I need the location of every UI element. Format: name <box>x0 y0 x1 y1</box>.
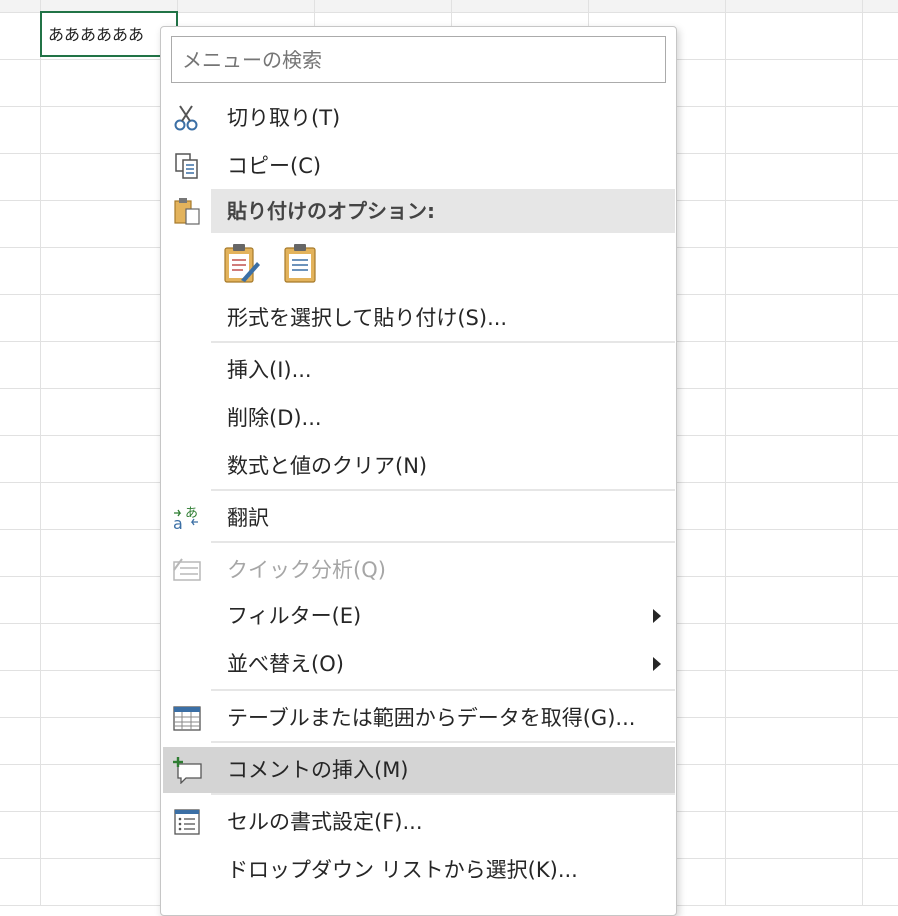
menu-item-insert-comment[interactable]: コメントの挿入(M) <box>163 747 675 793</box>
chevron-right-icon <box>653 609 661 623</box>
separator <box>211 689 675 691</box>
menu-item-insert-label: 挿入(I)... <box>227 358 312 382</box>
menu-item-insert[interactable]: 挿入(I)... <box>163 347 675 393</box>
menu-item-copy-label: コピー(C) <box>227 154 322 178</box>
menu-item-quick-analysis[interactable]: クイック分析(Q) <box>163 547 675 593</box>
menu-item-get-data-label: テーブルまたは範囲からデータを取得(G)... <box>227 706 636 730</box>
menu-item-translate-label: 翻訳 <box>227 506 269 530</box>
menu-item-quick-analysis-label: クイック分析(Q) <box>227 558 386 582</box>
menu-item-sort-label: 並べ替え(O) <box>227 652 344 676</box>
paste-options-label: 貼り付けのオプション: <box>227 199 435 223</box>
menu-item-paste-special[interactable]: 形式を選択して貼り付け(S)... <box>163 295 675 341</box>
menu-item-filter-label: フィルター(E) <box>227 604 362 628</box>
menu-item-dropdown-list-label: ドロップダウン リストから選択(K)... <box>227 858 578 882</box>
separator <box>211 341 675 343</box>
menu-item-copy[interactable]: コピー(C) <box>163 143 675 189</box>
separator <box>211 541 675 543</box>
menu-item-clear-contents[interactable]: 数式と値のクリア(N) <box>163 443 675 489</box>
menu-item-get-data[interactable]: テーブルまたは範囲からデータを取得(G)... <box>163 695 675 741</box>
menu-item-clear-contents-label: 数式と値のクリア(N) <box>227 454 428 478</box>
menu-item-format-cells-label: セルの書式設定(F)... <box>227 810 423 834</box>
menu-item-insert-comment-label: コメントの挿入(M) <box>227 758 409 782</box>
separator <box>211 741 675 743</box>
chevron-right-icon <box>653 657 661 671</box>
clipboard-paste-icon <box>174 198 200 225</box>
menu-item-delete-label: 削除(D)... <box>227 406 322 430</box>
scissors-icon <box>174 105 198 131</box>
copy-icon <box>175 153 198 179</box>
menu-item-sort[interactable]: 並べ替え(O) <box>163 641 675 687</box>
paste-icon[interactable] <box>283 242 321 286</box>
svg-text:a: a <box>173 514 183 532</box>
menu-item-filter[interactable]: フィルター(E) <box>163 593 675 639</box>
menu-item-format-cells[interactable]: セルの書式設定(F)... <box>163 799 675 845</box>
svg-text:あ: あ <box>185 506 198 521</box>
menu-item-paste-special-label: 形式を選択して貼り付け(S)... <box>227 306 508 330</box>
separator <box>211 793 675 795</box>
menu-item-translate[interactable]: a あ 翻訳 <box>163 495 675 541</box>
menu-item-dropdown-list[interactable]: ドロップダウン リストから選択(K)... <box>163 847 675 893</box>
quick-analysis-icon <box>173 558 201 581</box>
new-comment-icon <box>173 757 202 784</box>
selected-cell[interactable]: ああああああ <box>40 11 178 57</box>
menu-search-input[interactable] <box>171 36 666 83</box>
menu-item-delete[interactable]: 削除(D)... <box>163 395 675 441</box>
format-cells-icon <box>174 809 200 835</box>
separator <box>211 489 675 491</box>
context-menu: 切り取り(T) コピー(C) 貼り付けのオプション: <box>160 26 677 916</box>
menu-item-cut[interactable]: 切り取り(T) <box>163 95 675 141</box>
translate-icon: a あ <box>173 506 198 532</box>
table-icon <box>173 706 201 731</box>
paste-formatting-icon[interactable] <box>223 242 261 286</box>
paste-options-header: 貼り付けのオプション: <box>211 189 675 233</box>
menu-item-cut-label: 切り取り(T) <box>227 106 341 130</box>
